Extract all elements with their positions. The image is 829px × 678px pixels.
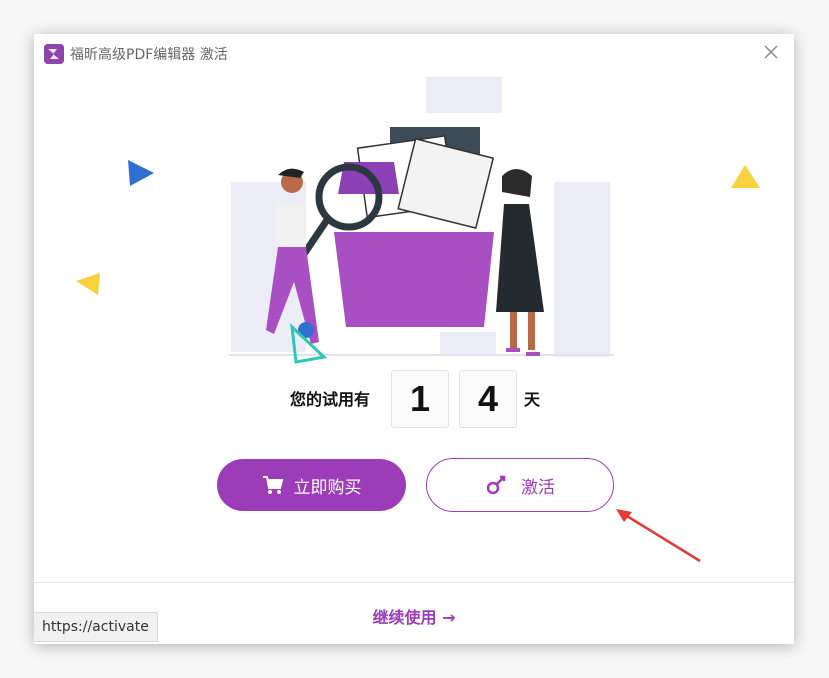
trial-label: 您的试用有 xyxy=(290,390,371,409)
close-icon xyxy=(764,45,778,59)
yellow-triangle-decoration-left xyxy=(76,273,100,295)
blue-triangle-decoration xyxy=(128,160,154,186)
key-icon xyxy=(486,475,506,495)
red-arrow-annotation xyxy=(616,509,701,563)
activate-button[interactable]: 激活 xyxy=(426,458,614,512)
activate-label: 激活 xyxy=(521,477,555,498)
trial-info: 您的试用有 1 4 天 xyxy=(34,368,794,428)
status-bar-url: https://activate xyxy=(34,612,158,642)
trial-days-unit: 天 xyxy=(524,390,541,409)
cart-icon xyxy=(262,476,283,494)
close-button[interactable] xyxy=(760,41,782,63)
buy-now-button[interactable]: 立即购买 xyxy=(217,459,406,511)
trial-days-digit-1: 1 xyxy=(391,370,449,428)
folder-illustration xyxy=(229,77,614,364)
app-logo-icon xyxy=(44,44,64,64)
yellow-triangle-decoration-right xyxy=(731,165,760,188)
window-title: 福昕高级PDF编辑器 激活 xyxy=(70,47,228,63)
footer-divider xyxy=(34,582,794,583)
title-bar: 福昕高级PDF编辑器 激活 xyxy=(34,34,794,72)
trial-days-digit-2: 4 xyxy=(459,370,517,428)
buy-now-label: 立即购买 xyxy=(293,477,362,498)
